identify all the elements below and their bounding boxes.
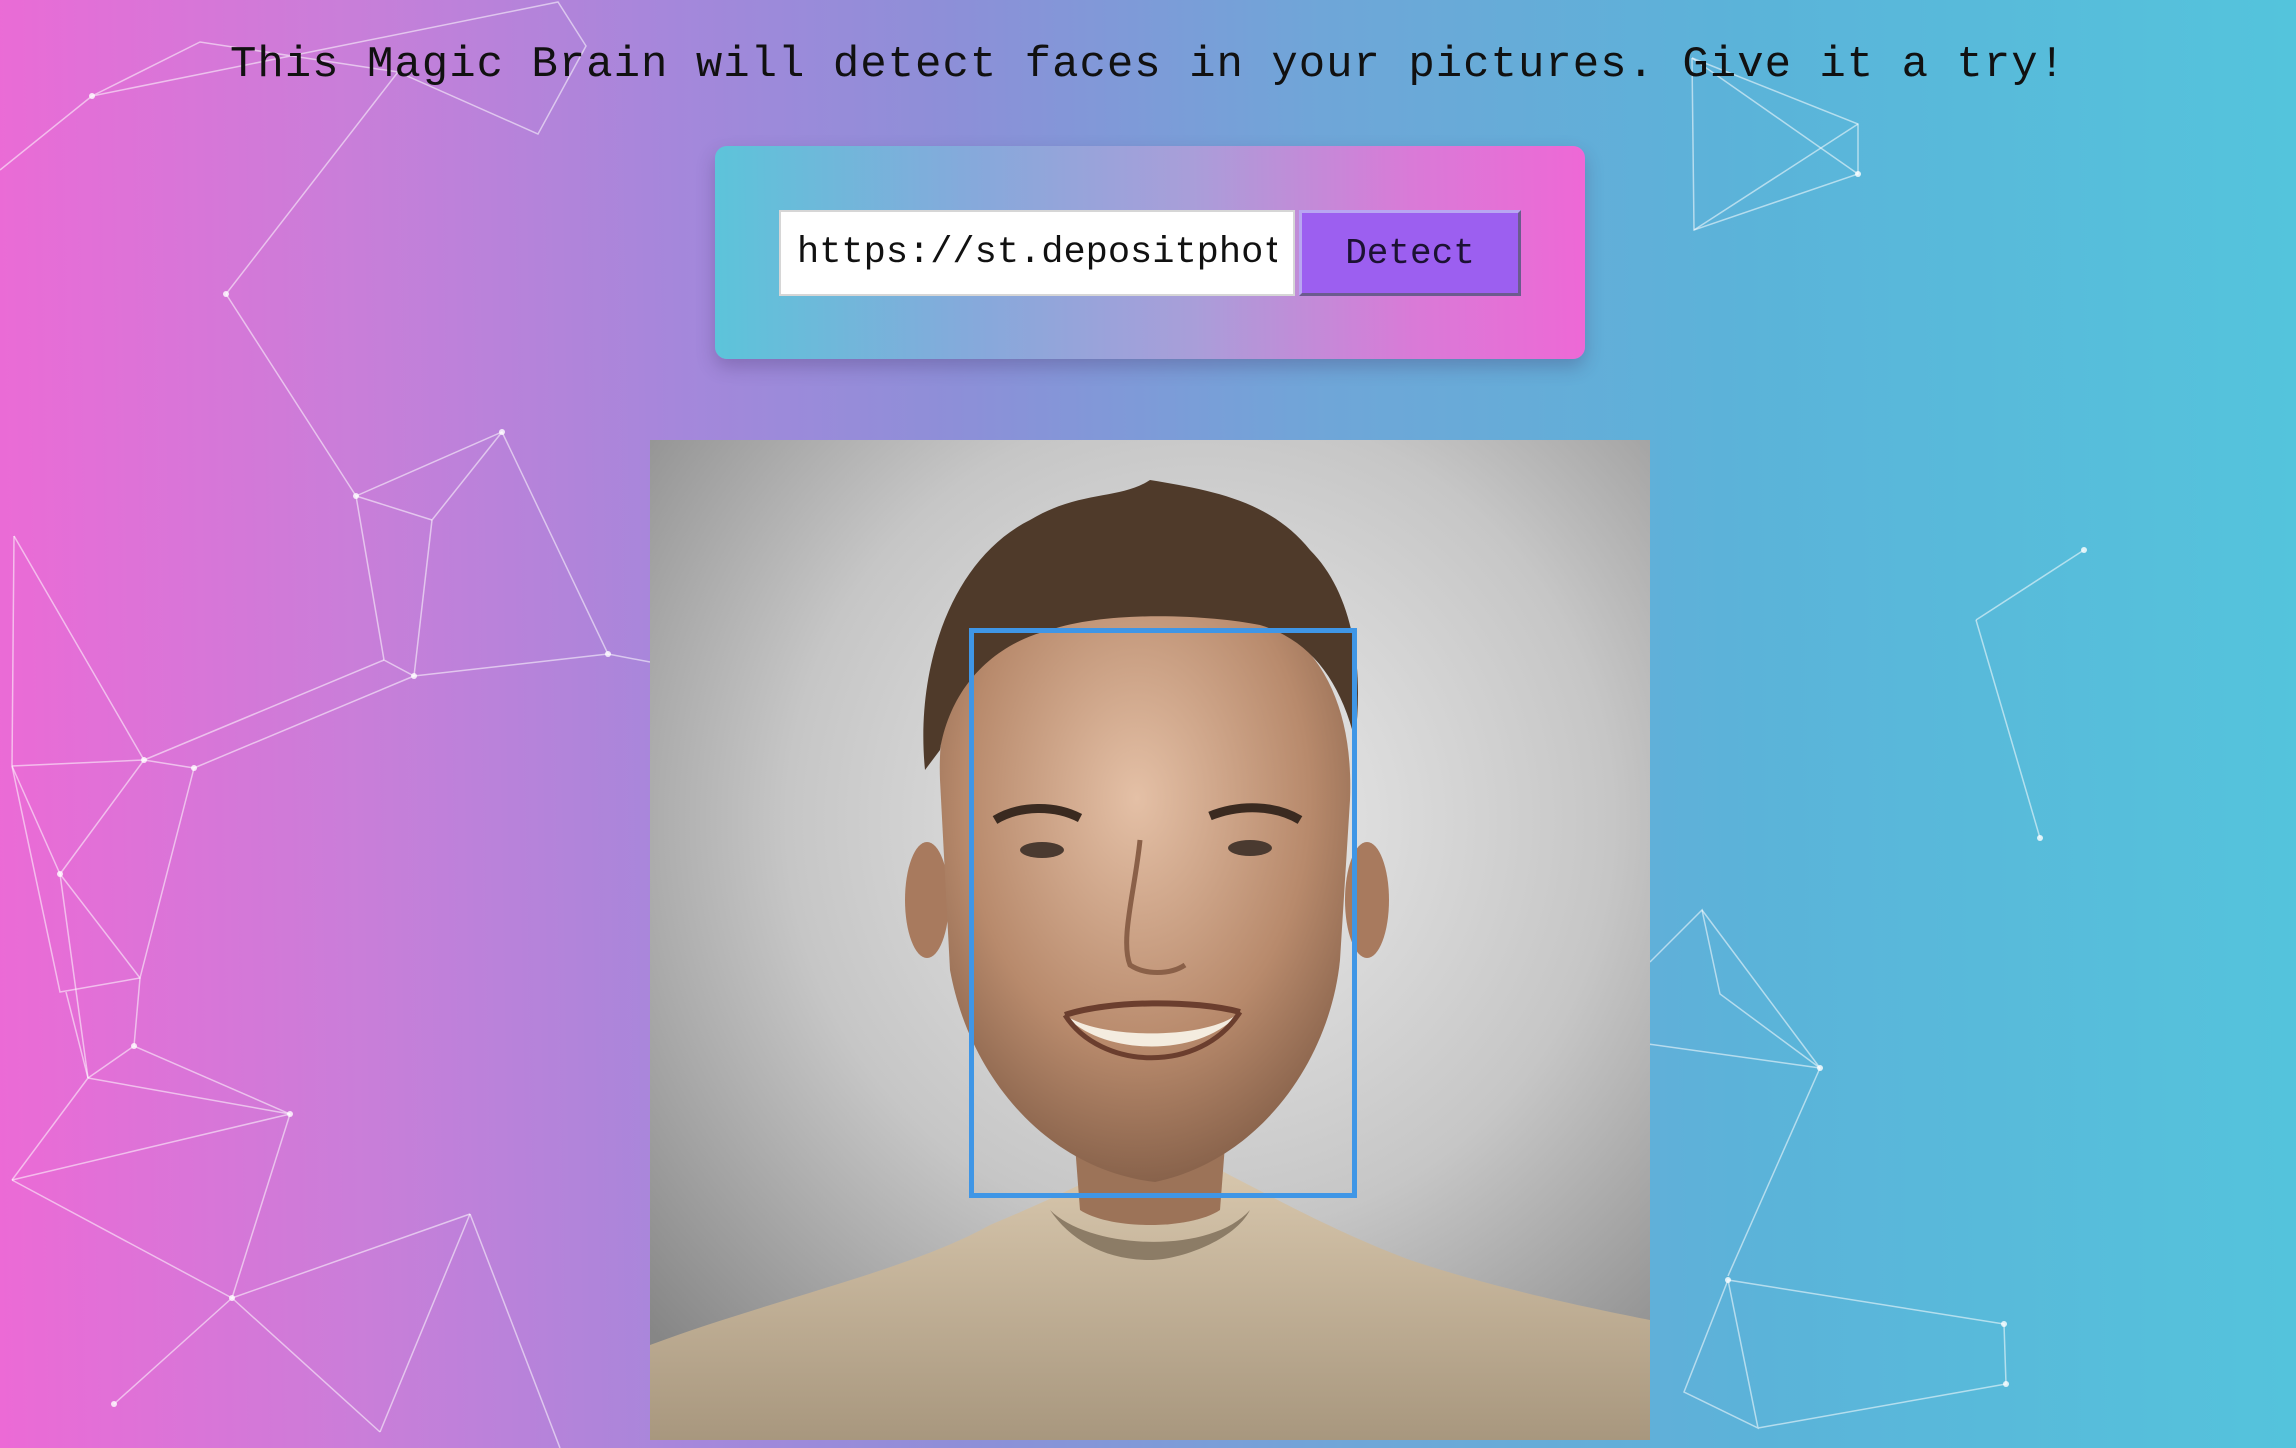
image-url-input[interactable] <box>779 210 1295 296</box>
page-headline: This Magic Brain will detect faces in yo… <box>229 40 2067 90</box>
url-form-card: Detect <box>715 146 1585 359</box>
face-bounding-box <box>969 628 1357 1198</box>
detect-button[interactable]: Detect <box>1299 210 1521 296</box>
